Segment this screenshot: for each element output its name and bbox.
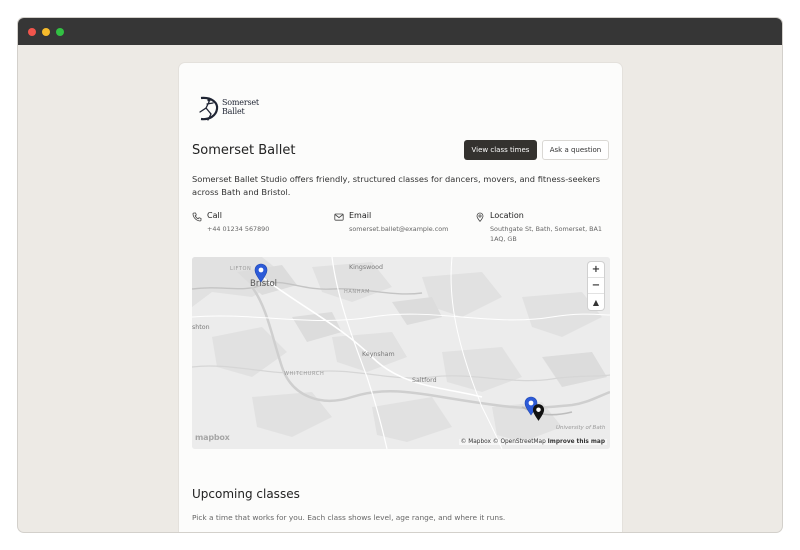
attribution-text[interactable]: © Mapbox © OpenStreetMap xyxy=(461,439,546,445)
page-content: Somerset Ballet Somerset Ballet View cla… xyxy=(18,45,782,532)
call-label: Call xyxy=(207,211,222,220)
location-pin-icon xyxy=(476,212,484,222)
location-map[interactable]: LIFTON Bristol Kingswood HANHAM shton Ke… xyxy=(192,257,610,449)
bristol-map-marker-icon[interactable] xyxy=(254,263,268,283)
location-label: Location xyxy=(490,211,524,220)
map-label-kingswood: Kingswood xyxy=(349,264,383,271)
map-label-ashton: shton xyxy=(192,324,210,331)
zoom-out-button[interactable]: − xyxy=(588,278,604,294)
phone-icon xyxy=(192,212,202,222)
mapbox-logo[interactable]: mapbox xyxy=(195,433,230,442)
window-titlebar xyxy=(18,18,782,45)
ask-question-button[interactable]: Ask a question xyxy=(542,140,609,160)
improve-map-link[interactable]: Improve this map xyxy=(548,439,605,445)
mail-icon xyxy=(334,213,344,221)
map-zoom-controls: + − ▲ xyxy=(588,262,604,310)
browser-window: Somerset Ballet Somerset Ballet View cla… xyxy=(18,18,782,532)
minimize-window-button[interactable] xyxy=(42,28,50,36)
studio-title: Somerset Ballet xyxy=(192,143,296,158)
map-label-whitchurch: WHITCHURCH xyxy=(284,371,325,377)
map-label-university: University of Bath xyxy=(556,425,606,431)
map-attribution: © Mapbox © OpenStreetMap Improve this ma… xyxy=(458,439,607,445)
studio-card: Somerset Ballet Somerset Ballet View cla… xyxy=(179,63,622,532)
logo-line-2: Ballet xyxy=(222,107,245,116)
maximize-window-button[interactable] xyxy=(56,28,64,36)
view-class-times-button[interactable]: View class times xyxy=(464,140,537,160)
phone-number[interactable]: +44 01234 567890 xyxy=(207,224,269,234)
close-window-button[interactable] xyxy=(28,28,36,36)
email-address[interactable]: somerset.ballet@example.com xyxy=(349,224,448,234)
dancer-logo-icon xyxy=(199,96,219,121)
email-label: Email xyxy=(349,211,372,220)
studio-logo: Somerset Ballet xyxy=(196,94,262,122)
map-label-keynsham: Keynsham xyxy=(362,351,395,358)
studio-description: Somerset Ballet Studio offers friendly, … xyxy=(192,174,601,197)
studio-map-marker-icon[interactable] xyxy=(532,403,545,422)
logo-wordmark: Somerset Ballet xyxy=(222,98,259,116)
zoom-in-button[interactable]: + xyxy=(588,262,604,278)
map-label-clifton: LIFTON xyxy=(230,266,252,272)
map-label-saltford: Saltford xyxy=(412,377,437,384)
map-label-hanham: HANHAM xyxy=(344,289,371,295)
logo-line-1: Somerset xyxy=(222,98,259,107)
compass-reset-icon[interactable]: ▲ xyxy=(588,294,604,310)
upcoming-classes-heading: Upcoming classes xyxy=(192,487,300,501)
location-address: Southgate St, Bath, Somerset, BA1 1AQ, G… xyxy=(490,225,602,243)
upcoming-classes-subtitle: Pick a time that works for you. Each cla… xyxy=(192,513,506,522)
